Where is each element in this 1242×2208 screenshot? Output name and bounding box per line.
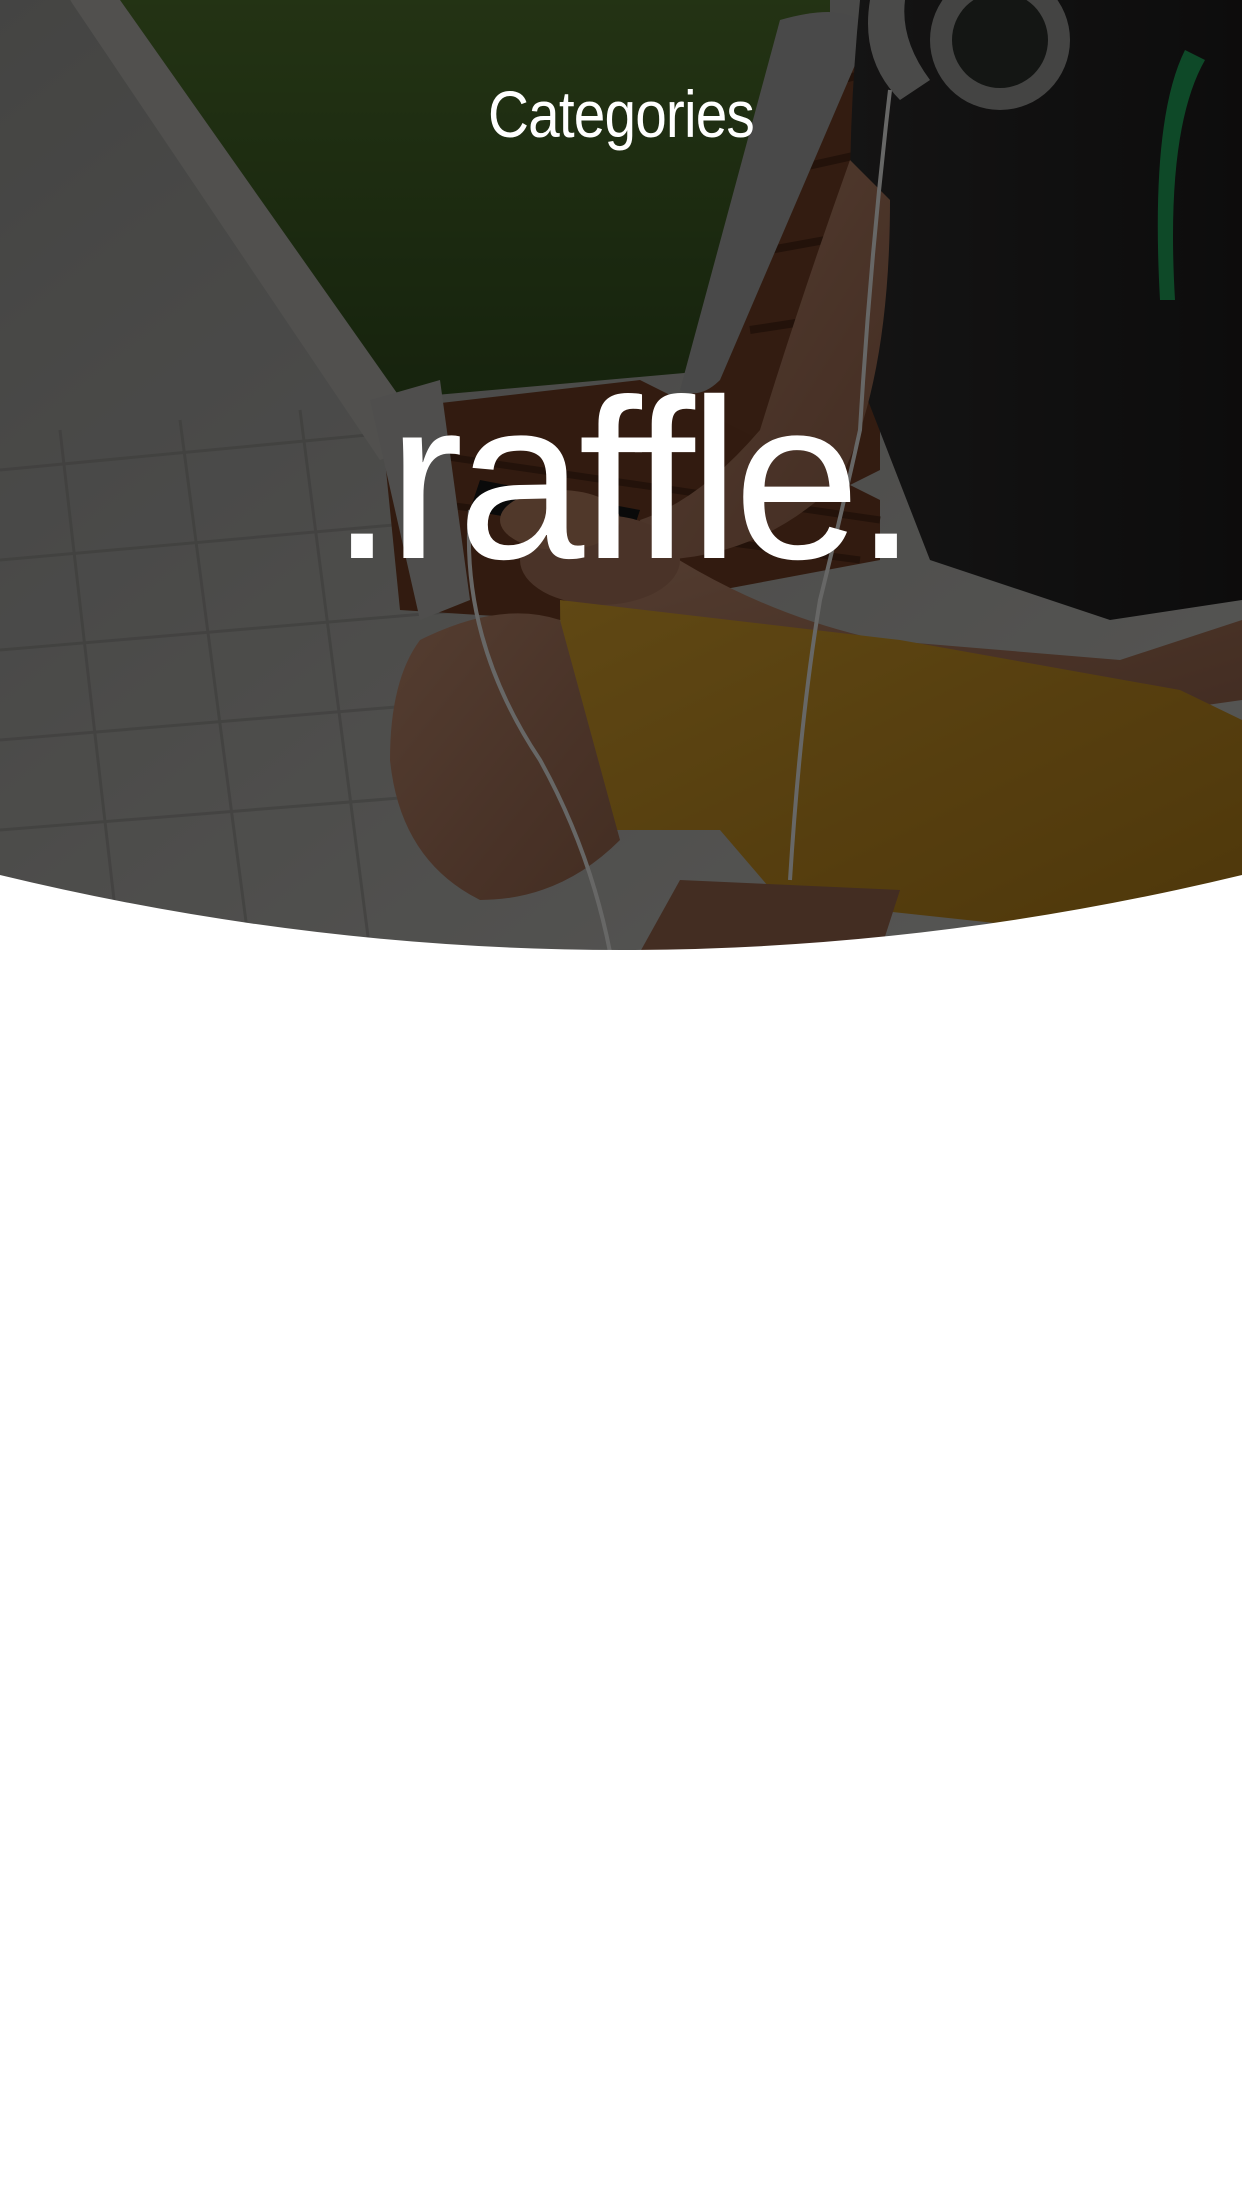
categories-screen: Categories .raffle. [0, 0, 1242, 2208]
brand-logo: .raffle. [330, 353, 917, 607]
page-title: Categories [488, 77, 755, 151]
categories-content [0, 952, 1242, 2208]
hero-banner: Categories .raffle. [0, 0, 1242, 952]
